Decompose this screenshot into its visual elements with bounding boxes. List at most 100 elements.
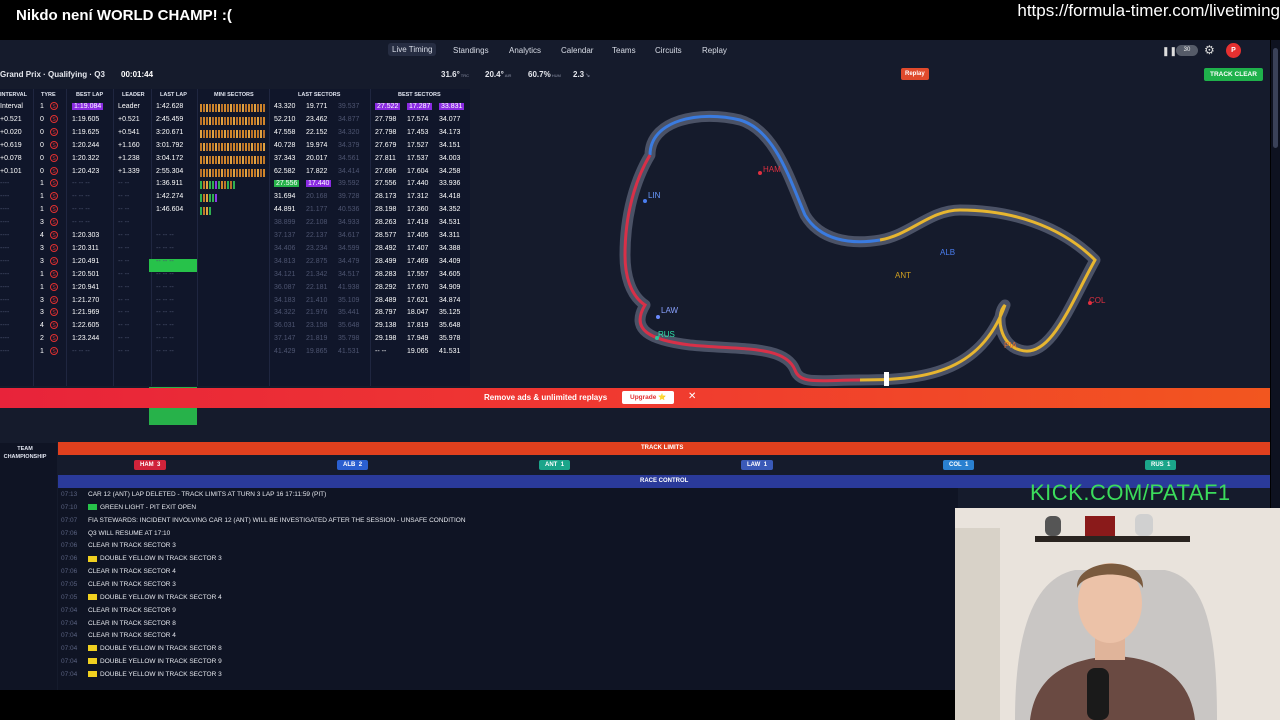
interval-cell: ----: [0, 309, 10, 317]
banner-text: Remove ads & unlimited replays: [484, 393, 608, 402]
table-row[interactable]: ---- 4 S 1:22.605 -- -- -- -- -- 36.031 23.158 3…: [0, 320, 470, 333]
mini-sector-segment: [218, 142, 220, 151]
mini-sector-segment: [242, 142, 244, 151]
last-sector-1-cell: 37.137: [274, 232, 296, 239]
table-row[interactable]: ---- 1 S -- -- -- -- -- 1:36.911 27.556 17.440 3…: [0, 178, 470, 191]
col-header-last-lap[interactable]: LAST LAP: [160, 92, 187, 98]
table-row[interactable]: +0.101 0 S 1:20.423 +1.339 2:55.304 62.582 17.8…: [0, 166, 470, 179]
table-row[interactable]: +0.020 0 S 1:19.625 +0.541 3:20.671 47.558 22.1…: [0, 127, 470, 140]
nav-standings[interactable]: Standings: [453, 46, 489, 55]
last-sector-3-cell: 41.531: [338, 348, 360, 356]
nav-calendar[interactable]: Calendar: [561, 46, 593, 55]
table-row[interactable]: ---- 2 S 1:23.244 -- -- -- -- -- 37.147 21.819 3…: [0, 333, 470, 346]
gear-icon[interactable]: ⚙: [1204, 43, 1215, 57]
gap-to-leader-cell: +1.160: [118, 141, 140, 149]
driver-dot: [643, 199, 647, 203]
col-header-tyre[interactable]: TYRE: [41, 92, 56, 98]
mini-sector-segment: [200, 168, 202, 177]
mini-sector-segment: [236, 116, 238, 125]
table-row[interactable]: +0.078 0 S 1:20.322 +1.238 3:04.172 37.343 20.0…: [0, 153, 470, 166]
track-limit-badge[interactable]: COL 1: [943, 460, 975, 470]
mini-sectors-bar: [200, 194, 217, 203]
table-row[interactable]: ---- 4 S 1:20.303 -- -- -- -- -- 37.137 22.137 3…: [0, 230, 470, 243]
scrollbar-thumb[interactable]: [1273, 48, 1278, 148]
track-limit-badge[interactable]: ALB 2: [337, 460, 369, 470]
table-row[interactable]: ---- 3 S 1:20.491 -- -- -- -- -- 34.813 22.875 3…: [0, 256, 470, 269]
col-header-best-lap[interactable]: BEST LAP: [76, 92, 103, 98]
table-row[interactable]: ---- 1 S -- -- -- -- -- 1:42.274 31.694 20.168 3…: [0, 191, 470, 204]
mini-sector-segment: [227, 155, 229, 164]
best-lap-cell: 1:19.084: [72, 103, 104, 110]
team-championship-label[interactable]: TEAM CHAMPIONSHIP: [0, 445, 50, 461]
nav-analytics[interactable]: Analytics: [509, 46, 541, 55]
shelf-item: [1085, 516, 1115, 536]
nav-replay[interactable]: Replay: [702, 46, 727, 55]
col-header-best-sectors[interactable]: BEST SECTORS: [398, 92, 441, 98]
track-limit-badge[interactable]: RUS 1: [1145, 460, 1177, 470]
track-limit-badge[interactable]: HAM 3: [134, 460, 167, 470]
soft-tyre-icon: S: [50, 127, 58, 136]
interval-cell: ----: [0, 296, 10, 304]
table-row[interactable]: +0.619 0 S 1:20.244 +1.160 3:01.792 40.728 19.9…: [0, 140, 470, 153]
driver-label[interactable]: ANT: [895, 271, 911, 280]
track-limit-badge[interactable]: LAW 1: [741, 460, 774, 470]
table-row[interactable]: ---- 1 S 1:20.941 -- -- -- -- -- 36.087 22.181 4…: [0, 282, 470, 295]
mini-sector-segment: [209, 116, 211, 125]
mini-sector-segment: [200, 207, 202, 216]
best-lap-cell: 1:23.244: [72, 335, 100, 343]
soft-tyre-icon: S: [50, 231, 58, 239]
mini-sector-segment: [218, 181, 220, 190]
mini-sector-segment: [251, 142, 253, 151]
soft-tyre-icon: S: [50, 166, 58, 175]
best-sector-1-cell: 28.173: [375, 193, 397, 201]
col-header-leader[interactable]: LEADER: [122, 92, 145, 98]
shelf-item: [1045, 516, 1061, 536]
mini-sectors-bar: [200, 116, 265, 125]
driver-label[interactable]: COL: [1089, 296, 1106, 305]
table-row[interactable]: Interval 1 S 1:19.084 Leader 1:42.628 43.320 19…: [0, 101, 470, 114]
table-row[interactable]: +0.521 0 S 1:19.605 +0.521 2:45.459 52.210 23.4…: [0, 114, 470, 127]
mini-sector-segment: [245, 142, 247, 151]
driver-label[interactable]: PIA: [1004, 341, 1018, 350]
close-icon[interactable]: ✕: [688, 391, 696, 402]
table-row[interactable]: ---- 3 S -- -- -- -- -- 38.899 22.108 34.933 28.…: [0, 217, 470, 230]
last-sector-3-cell: 35.798: [338, 335, 360, 343]
nav-live-timing[interactable]: Live Timing: [388, 43, 437, 56]
mini-sector-segment: [209, 142, 211, 151]
col-header-interval[interactable]: INTERVAL: [0, 92, 27, 98]
table-row[interactable]: ---- 3 S 1:21.969 -- -- -- -- -- 34.322 21.976 3…: [0, 307, 470, 320]
driver-label[interactable]: RUS: [658, 330, 675, 339]
driver-label[interactable]: LAW: [661, 306, 678, 315]
table-row[interactable]: ---- 3 S 1:21.270 -- -- -- -- -- 34.183 21.410 3…: [0, 295, 470, 308]
driver-label[interactable]: ALB: [940, 248, 955, 257]
avatar[interactable]: P: [1226, 43, 1241, 58]
last-lap-cell: -- -- --: [156, 257, 174, 265]
message-text: CLEAR IN TRACK SECTOR 8: [88, 619, 176, 627]
col-header-last-sectors[interactable]: LAST SECTORS: [298, 92, 340, 98]
gap-to-leader-cell: +0.541: [118, 128, 140, 136]
mini-sector-segment: [203, 181, 205, 190]
table-row[interactable]: ---- 1 S 1:20.501 -- -- -- -- -- 34.121 21.342 3…: [0, 269, 470, 282]
driver-label[interactable]: LIN: [648, 191, 661, 200]
mini-sector-segment: [206, 116, 208, 125]
mini-sector-segment: [227, 142, 229, 151]
driver-label[interactable]: HAM: [763, 165, 781, 174]
nav-circuits[interactable]: Circuits: [655, 46, 682, 55]
nav-teams[interactable]: Teams: [612, 46, 636, 55]
pause-icon[interactable]: ❚❚: [1162, 46, 1177, 57]
upgrade-button[interactable]: Upgrade ⭐: [622, 391, 675, 404]
mini-sector-segment: [248, 142, 250, 151]
table-row[interactable]: ---- 1 S -- -- -- -- -- 1:46.604 44.891 21.177 4…: [0, 204, 470, 217]
table-row[interactable]: ---- 1 S -- -- -- -- -- -- -- -- 41.429 19.865 4…: [0, 346, 470, 359]
best-sector-1-cell: 28.577: [375, 232, 397, 239]
track-limit-badge[interactable]: ANT 1: [539, 460, 571, 470]
mini-sector-segment: [209, 168, 211, 177]
playback-rate-toggle[interactable]: 30: [1176, 45, 1198, 56]
replay-button[interactable]: Replay: [901, 68, 929, 80]
top-navigation: Live Timing Standings Analytics Calendar…: [0, 40, 1270, 62]
table-row[interactable]: ---- 3 S 1:20.311 -- -- -- -- -- 34.406 23.234 3…: [0, 243, 470, 256]
best-sector-3-cell: 34.352: [439, 206, 461, 214]
tyre-laps-cell: 1: [40, 193, 44, 201]
col-header-mini-sectors[interactable]: MINI SECTORS: [214, 92, 254, 98]
mini-sector-segment: [233, 168, 235, 177]
